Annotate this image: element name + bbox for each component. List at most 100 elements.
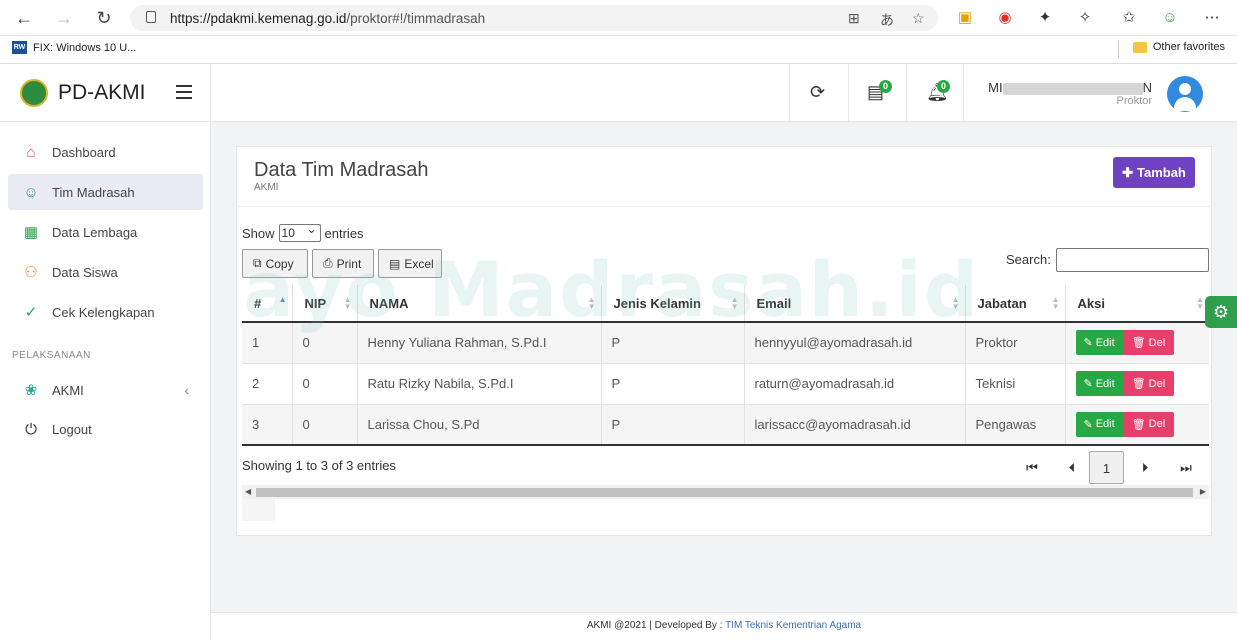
edit-button[interactable]: ✎ Edit	[1075, 371, 1123, 396]
edit-icon: ✎	[1083, 337, 1093, 350]
user-role: Proktor	[1116, 95, 1152, 107]
next-page-icon[interactable]: ⏵	[1130, 451, 1160, 484]
sync-icon[interactable]: ⟳	[810, 82, 825, 103]
cell-no: 1	[242, 322, 293, 364]
refresh-cell[interactable]: ⟳	[789, 64, 848, 122]
horizontal-scrollbar[interactable]: ◀ ▶	[242, 485, 1209, 499]
empty-placeholder	[242, 499, 275, 521]
cell-no: 3	[242, 404, 293, 446]
trash-icon: 🗑︎	[1131, 378, 1146, 390]
column-header-email[interactable]: Email ▲ ▼	[744, 285, 966, 323]
add-button[interactable]: ✚ Tambah	[1113, 157, 1195, 188]
print-button[interactable]: ⎙ Print	[312, 249, 374, 278]
sidebar: ⌂ Dashboard ☺ Tim Madrasah ▦ Data Lembag…	[0, 122, 211, 640]
column-header-nip[interactable]: NIP ▲ ▼	[292, 285, 358, 323]
cell-aksi: ✎ Edit 🗑︎ Del	[1065, 404, 1209, 446]
address-bar[interactable]: https://pdakmi.kemenag.go.id/proktor#!/t…	[130, 5, 938, 31]
trash-icon: 🗑︎	[1131, 418, 1146, 431]
page-subtitle: AKMI	[254, 182, 279, 193]
cell-jabatan: Teknisi	[965, 363, 1066, 405]
scroll-left-icon[interactable]: ◀	[245, 485, 251, 499]
copy-icon: ⧉	[253, 256, 262, 270]
user-name: MI N	[988, 80, 1152, 95]
page-title: Data Tim Madrasah	[254, 159, 429, 181]
extension-color-icon[interactable]: ◉	[995, 8, 1015, 28]
cell-aksi: ✎ Edit 🗑︎ Del	[1065, 322, 1209, 364]
column-header-jabatan[interactable]: Jabatan ▲ ▼	[965, 285, 1066, 323]
excel-button[interactable]: ▤ Excel	[378, 249, 442, 278]
prev-page-icon[interactable]: ⏴	[1057, 451, 1087, 484]
column-header-no[interactable]: # ▲	[242, 285, 293, 323]
sidebar-item-logout[interactable]: ⏻ Logout	[8, 411, 203, 447]
copy-button[interactable]: ⧉ Copy	[242, 249, 308, 278]
menu-toggle-icon[interactable]	[176, 85, 192, 99]
extension-note-icon[interactable]: ▣	[955, 8, 975, 28]
add-favorite-icon[interactable]: ☆	[912, 10, 925, 27]
sidebar-item-cek-kelengkapan[interactable]: ✓ Cek Kelengkapan	[8, 294, 203, 330]
forward-icon[interactable]: →	[54, 8, 74, 28]
print-icon: ⎙	[323, 256, 333, 270]
notifications-cell[interactable]: 🔔︎ 0	[906, 64, 963, 122]
logo-area: PD-AKMI	[0, 64, 211, 122]
user-icon: ☺	[23, 183, 39, 201]
other-favorites[interactable]: Other favorites	[1132, 41, 1225, 53]
delete-button[interactable]: 🗑︎ Del	[1122, 371, 1175, 396]
cell-jenis-kelamin: P	[601, 363, 745, 405]
sidebar-item-data-siswa[interactable]: ⚇ Data Siswa	[8, 254, 203, 290]
favorites-icon[interactable]: ✩	[1119, 8, 1139, 28]
extensions-puzzle-icon[interactable]: ✧	[1075, 8, 1095, 28]
more-menu-icon[interactable]: ⋯	[1202, 8, 1222, 28]
user-check-icon: ✓	[24, 304, 38, 321]
delete-button[interactable]: 🗑︎ Del	[1122, 330, 1175, 356]
first-page-icon[interactable]: ⏮	[1017, 451, 1047, 484]
chevron-left-icon[interactable]: ‹	[184, 382, 189, 398]
read-aloud-icon[interactable]: あ	[880, 10, 894, 30]
avatar[interactable]	[1167, 76, 1203, 112]
bookmark-fix-windows[interactable]: RW FIX: Windows 10 U...	[12, 41, 136, 54]
footer-link[interactable]: TIM Teknis Kementrian Agama	[725, 620, 861, 631]
delete-button[interactable]: 🗑︎ Del	[1122, 411, 1175, 437]
column-header-aksi[interactable]: Aksi ▲ ▼	[1065, 285, 1209, 323]
edit-icon: ✎	[1083, 418, 1093, 431]
messages-badge: 0	[879, 80, 892, 93]
page-button-current[interactable]: 1	[1089, 451, 1124, 484]
user-menu[interactable]: MI N Proktor	[963, 64, 1237, 122]
scrollbar-thumb[interactable]	[256, 488, 1193, 497]
entries-select[interactable]: 10	[278, 221, 321, 242]
back-icon[interactable]: ←	[14, 8, 34, 28]
plus-icon: ✚	[1122, 164, 1133, 180]
table-header-row: # ▲ NIP ▲ ▼ NAMA ▲ ▼ Jenis Kelamin ▲ ▼ Email ▲ ▼ …	[242, 285, 1209, 323]
edit-button[interactable]: ✎ Edit	[1075, 330, 1123, 356]
last-page-icon[interactable]: ⏭	[1171, 451, 1201, 484]
cell-jenis-kelamin: P	[601, 404, 745, 446]
extension-arrow-icon[interactable]: ✦	[1035, 8, 1055, 28]
document-icon: ▦	[23, 224, 39, 241]
sidebar-item-data-lembaga[interactable]: ▦ Data Lembaga	[8, 214, 203, 250]
sidebar-item-dashboard[interactable]: ⌂ Dashboard	[8, 134, 203, 170]
bookmark-favicon: RW	[12, 41, 27, 54]
cell-nip: 0	[292, 363, 358, 405]
messages-cell[interactable]: ▤ 0	[848, 64, 906, 122]
tim-madrasah-table: # ▲ NIP ▲ ▼ NAMA ▲ ▼ Jenis Kelamin ▲ ▼ Email ▲ ▼ …	[242, 285, 1209, 446]
refresh-icon[interactable]: ↻	[94, 8, 114, 28]
sidebar-item-akmi[interactable]: ❀ AKMI ‹	[8, 372, 203, 408]
search-input[interactable]	[1056, 248, 1209, 272]
cell-no: 2	[242, 363, 293, 405]
trash-icon: 🗑︎	[1131, 337, 1146, 350]
scroll-right-icon[interactable]: ▶	[1200, 485, 1206, 499]
cell-email: larissacc@ayomadrasah.id	[744, 404, 966, 446]
cell-nip: 0	[292, 404, 358, 446]
column-header-nama[interactable]: NAMA ▲ ▼	[357, 285, 602, 323]
sidebar-item-tim-madrasah[interactable]: ☺ Tim Madrasah	[8, 174, 203, 210]
cell-nama: Henny Yuliana Rahman, S.Pd.I	[357, 322, 602, 364]
app-available-icon[interactable]: ⊞	[848, 10, 860, 27]
profile-icon[interactable]: ☺	[1160, 8, 1180, 28]
app-header: PD-AKMI ⟳ ▤ 0 🔔︎ 0 MI N Proktor	[0, 64, 1237, 122]
settings-gear-icon[interactable]: ⚙	[1205, 296, 1237, 328]
excel-icon: ▤	[389, 256, 401, 271]
search-label: Search:	[1006, 252, 1051, 267]
column-header-jenis-kelamin[interactable]: Jenis Kelamin ▲ ▼	[601, 285, 745, 323]
edit-button[interactable]: ✎ Edit	[1075, 411, 1123, 437]
edit-icon: ✎	[1083, 378, 1093, 390]
cell-nama: Ratu Rizky Nabila, S.Pd.I	[357, 363, 602, 405]
